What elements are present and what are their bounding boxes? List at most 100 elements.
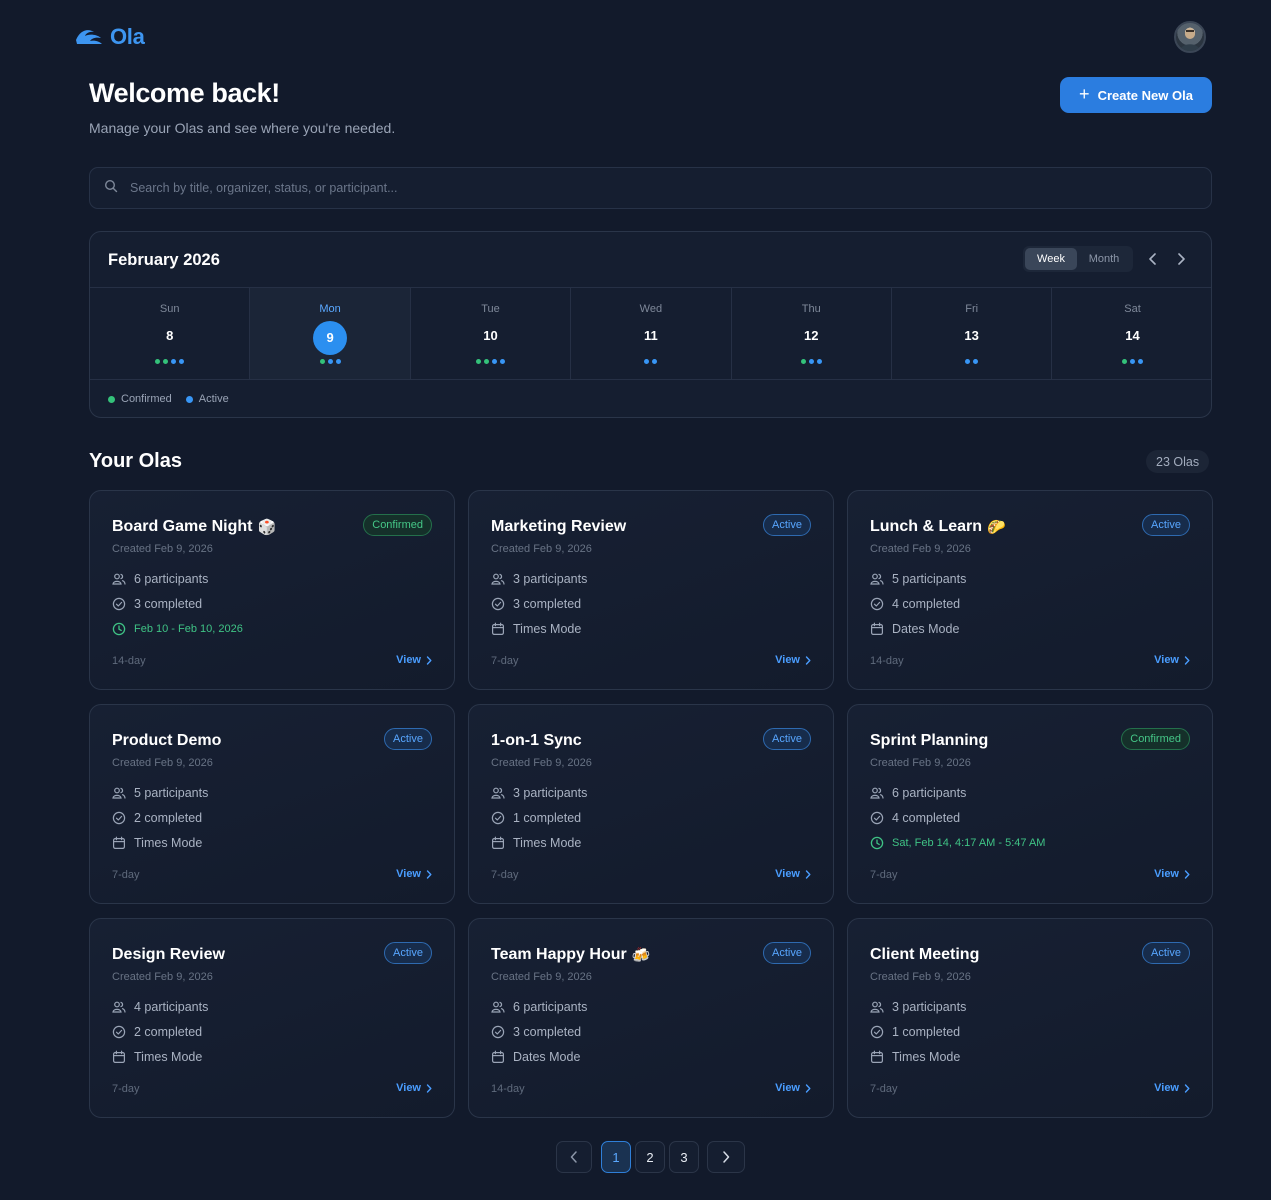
ola-card[interactable]: Client Meeting Active Created Feb 9, 2026 3… [847, 918, 1213, 1118]
calendar-icon [492, 1050, 505, 1064]
create-new-ola-button[interactable]: + Create New Ola [1060, 77, 1212, 113]
completed-row: 2 completed [112, 1024, 202, 1040]
mode-row: Times Mode [491, 621, 581, 637]
event-dots [250, 359, 409, 364]
calendar-icon [871, 1050, 884, 1064]
calendar-prev-button[interactable] [1143, 249, 1163, 269]
active-dot-icon [1130, 359, 1136, 364]
confirmed-dot-icon [319, 359, 325, 364]
participants-row: 5 participants [112, 785, 208, 801]
ola-created-date: Created Feb 9, 2026 [491, 543, 592, 555]
participants-icon [870, 787, 884, 799]
search-input[interactable] [130, 181, 1030, 195]
calendar-view-toggle: Week Month [1023, 246, 1133, 272]
mode-row: Times Mode [491, 835, 581, 851]
search-icon [104, 179, 118, 198]
pagination-page-2[interactable]: 2 [635, 1141, 665, 1173]
ola-card[interactable]: Team Happy Hour 🍻 Active Created Feb 9, 202… [468, 918, 834, 1118]
check-circle-icon [870, 811, 884, 825]
wave-icon [74, 26, 104, 48]
completed-row: 4 completed [870, 810, 960, 826]
calendar-icon [492, 836, 505, 850]
event-dots [1052, 359, 1211, 364]
confirmed-dot-icon [163, 359, 169, 364]
view-month-button[interactable]: Month [1079, 248, 1129, 270]
user-avatar[interactable] [1174, 21, 1206, 53]
ola-created-date: Created Feb 9, 2026 [870, 757, 971, 769]
ola-duration: 14-day [112, 655, 146, 667]
ola-card[interactable]: Sprint Planning Confirmed Created Feb 9, 2… [847, 704, 1213, 904]
active-dot-icon [652, 359, 658, 364]
calendar-day-sat[interactable]: Sat 14 [1052, 288, 1211, 379]
view-ola-link[interactable]: View [396, 868, 432, 880]
section-title: Your Olas [89, 450, 182, 472]
event-dots [892, 359, 1051, 364]
ola-card-title: Design Review [112, 946, 225, 963]
status-badge: Active [763, 942, 811, 964]
active-dot-icon [491, 359, 497, 364]
brand-logo[interactable]: Ola [74, 24, 145, 50]
completed-row: 3 completed [491, 596, 581, 612]
calendar-day-wed[interactable]: Wed 11 [571, 288, 732, 379]
completed-row: 3 completed [112, 596, 202, 612]
chevron-right-icon [426, 869, 432, 879]
ola-card[interactable]: Lunch & Learn 🌮 Active Created Feb 9, 2026 5… [847, 490, 1213, 690]
pagination-page-3[interactable]: 3 [669, 1141, 699, 1173]
pagination-page-1[interactable]: 1 [601, 1141, 631, 1173]
event-dots [571, 359, 730, 364]
calendar-next-button[interactable] [1171, 249, 1191, 269]
ola-card[interactable]: Marketing Review Active Created Feb 9, 202… [468, 490, 834, 690]
mode-row: Times Mode [112, 1049, 202, 1065]
participants-icon [112, 1001, 126, 1013]
day-number: 14 [1125, 328, 1140, 343]
ola-count-badge: 23 Olas [1146, 450, 1210, 473]
day-name: Thu [801, 303, 821, 315]
check-circle-icon [112, 597, 126, 611]
ola-card-title: Team Happy Hour 🍻 [491, 946, 651, 964]
ola-duration: 14-day [491, 1083, 525, 1095]
ola-created-date: Created Feb 9, 2026 [112, 971, 213, 983]
view-week-button[interactable]: Week [1025, 248, 1077, 270]
brand-name: Ola [110, 24, 145, 49]
chevron-right-icon [426, 655, 432, 665]
active-dot-icon [816, 359, 822, 364]
calendar-day-sun[interactable]: Sun 8 [90, 288, 251, 379]
calendar-day-mon[interactable]: Mon 9 [250, 288, 411, 379]
view-ola-link[interactable]: View [396, 654, 432, 666]
ola-card-title: Lunch & Learn 🌮 [870, 518, 1006, 536]
calendar-day-thu[interactable]: Thu 12 [732, 288, 892, 379]
calendar-icon [492, 622, 505, 636]
mode-row: Times Mode [112, 835, 202, 851]
calendar-icon [871, 622, 884, 636]
participants-row: 5 participants [870, 571, 966, 587]
completed-row: 3 completed [491, 1024, 581, 1040]
calendar-title: February 2026 [108, 251, 220, 269]
participants-icon [491, 573, 505, 585]
participants-row: 4 participants [112, 999, 208, 1015]
view-ola-link[interactable]: View [775, 868, 811, 880]
view-ola-link[interactable]: View [1154, 654, 1190, 666]
active-dot-icon [1138, 359, 1144, 364]
ola-card[interactable]: Product Demo Active Created Feb 9, 2026 5 p… [89, 704, 455, 904]
day-name: Sun [159, 303, 180, 315]
ola-card[interactable]: Board Game Night 🎲 Confirmed Created Feb 9,… [89, 490, 455, 690]
ola-created-date: Created Feb 9, 2026 [491, 757, 592, 769]
active-dot-icon [335, 359, 341, 364]
view-ola-link[interactable]: View [775, 654, 811, 666]
ola-created-date: Created Feb 9, 2026 [870, 971, 971, 983]
calendar-day-tue[interactable]: Tue 10 [411, 288, 572, 379]
view-ola-link[interactable]: View [1154, 868, 1190, 880]
ola-card-title: 1-on-1 Sync [491, 732, 582, 749]
view-ola-link[interactable]: View [1154, 1082, 1190, 1094]
pagination-prev-button[interactable] [556, 1141, 592, 1173]
chevron-right-icon [1184, 655, 1190, 665]
ola-card[interactable]: 1-on-1 Sync Active Created Feb 9, 2026 3 pa… [468, 704, 834, 904]
chevron-right-icon [723, 1151, 730, 1163]
view-ola-link[interactable]: View [775, 1082, 811, 1094]
event-dots [411, 359, 570, 364]
view-ola-link[interactable]: View [396, 1082, 432, 1094]
ola-card[interactable]: Design Review Active Created Feb 9, 2026 4 … [89, 918, 455, 1118]
ola-duration: 14-day [870, 655, 904, 667]
pagination-next-button[interactable] [707, 1141, 745, 1173]
calendar-day-fri[interactable]: Fri 13 [892, 288, 1053, 379]
